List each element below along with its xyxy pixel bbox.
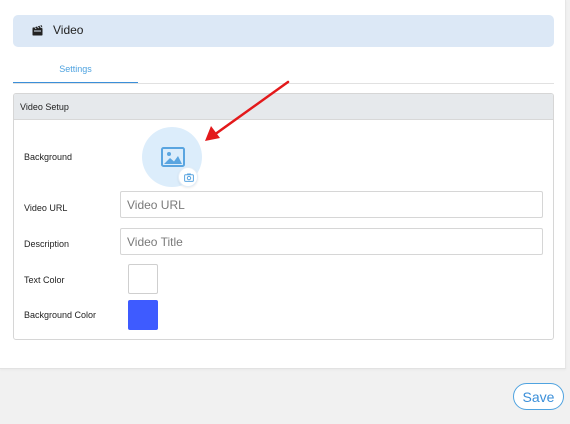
background-color-label: Background Color — [24, 310, 97, 320]
video-setup-section: Video Setup Background Video URL Descrip… — [13, 93, 554, 340]
camera-icon — [184, 173, 194, 182]
tab-divider — [13, 83, 554, 84]
image-placeholder-icon — [161, 147, 185, 167]
video-clapper-icon — [32, 25, 43, 36]
description-label: Description — [24, 239, 70, 249]
text-color-swatch[interactable] — [128, 264, 158, 294]
video-url-label: Video URL — [24, 203, 68, 213]
editor-panel: Video Settings Video Setup Background Vi… — [0, 0, 566, 369]
tab-settings[interactable]: Settings — [13, 62, 138, 84]
background-label: Background — [24, 152, 73, 162]
save-button[interactable]: Save — [513, 383, 564, 410]
section-header: Video Setup — [14, 94, 553, 120]
video-url-input[interactable] — [120, 191, 543, 218]
text-color-label: Text Color — [24, 275, 65, 285]
background-color-swatch[interactable] — [128, 300, 158, 330]
section-title: Video Setup — [20, 102, 69, 112]
widget-title: Video — [53, 23, 84, 37]
description-input[interactable] — [120, 228, 543, 255]
widget-title-bar: Video — [13, 15, 554, 47]
upload-camera-button[interactable] — [178, 167, 198, 187]
